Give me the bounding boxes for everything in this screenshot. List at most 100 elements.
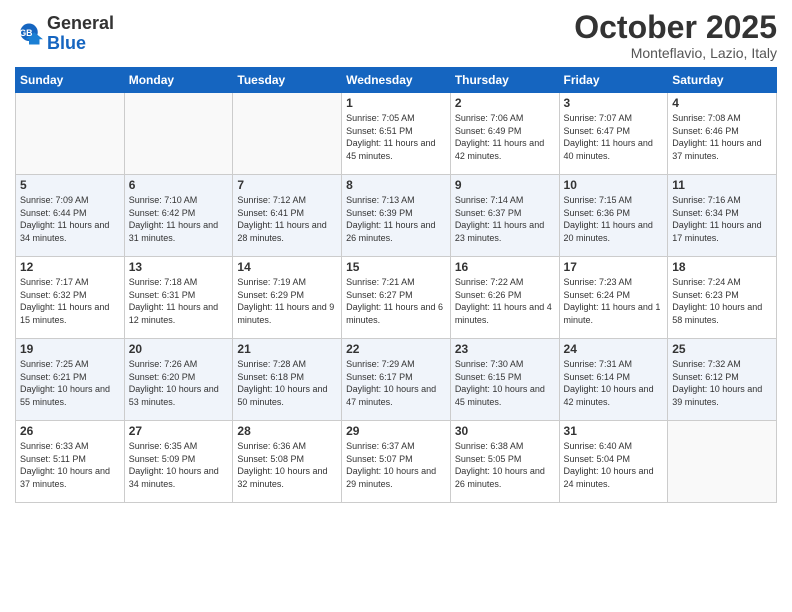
table-row: 16 Sunrise: 7:22 AM Sunset: 6:26 PM Dayli…: [450, 257, 559, 339]
day-number: 19: [20, 342, 120, 356]
day-number: 25: [672, 342, 772, 356]
day-info: Sunrise: 7:07 AM Sunset: 6:47 PM Dayligh…: [564, 112, 664, 162]
calendar-week-row: 5Sunrise: 7:09 AM Sunset: 6:44 PM Daylig…: [16, 175, 777, 257]
table-row: 14 Sunrise: 7:19 AM Sunset: 6:29 PM Dayli…: [233, 257, 342, 339]
col-monday: Monday: [124, 68, 233, 93]
day-info: Sunrise: 7:26 AM Sunset: 6:20 PM Dayligh…: [129, 358, 229, 408]
day-info: Sunrise: 7:17 AM Sunset: 6:32 PM Dayligh…: [20, 276, 120, 326]
col-tuesday: Tuesday: [233, 68, 342, 93]
table-row: 23 Sunrise: 7:30 AM Sunset: 6:15 PM Dayli…: [450, 339, 559, 421]
logo-text: General Blue: [47, 14, 114, 54]
calendar-week-row: 1Sunrise: 7:05 AM Sunset: 6:51 PM Daylig…: [16, 93, 777, 175]
day-info: Sunrise: 6:40 AM Sunset: 5:04 PM Dayligh…: [564, 440, 664, 490]
day-number: 22: [346, 342, 446, 356]
day-info: Sunrise: 7:10 AM Sunset: 6:42 PM Dayligh…: [129, 194, 229, 244]
day-info: Sunrise: 7:30 AM Sunset: 6:15 PM Dayligh…: [455, 358, 555, 408]
day-info: Sunrise: 7:14 AM Sunset: 6:37 PM Dayligh…: [455, 194, 555, 244]
day-info: Sunrise: 7:16 AM Sunset: 6:34 PM Dayligh…: [672, 194, 772, 244]
day-number: 16: [455, 260, 555, 274]
day-number: 9: [455, 178, 555, 192]
day-number: 23: [455, 342, 555, 356]
table-row: 26 Sunrise: 6:33 AM Sunset: 5:11 PM Dayli…: [16, 421, 125, 503]
logo: GB General Blue: [15, 14, 114, 54]
table-row: 6 Sunrise: 7:10 AM Sunset: 6:42 PM Daylig…: [124, 175, 233, 257]
table-row: [668, 421, 777, 503]
day-info: Sunrise: 7:12 AM Sunset: 6:41 PM Dayligh…: [237, 194, 337, 244]
day-number: 20: [129, 342, 229, 356]
calendar-header-row: Sunday Monday Tuesday Wednesday Thursday…: [16, 68, 777, 93]
day-number: 15: [346, 260, 446, 274]
day-number: 27: [129, 424, 229, 438]
day-info: Sunrise: 7:18 AM Sunset: 6:31 PM Dayligh…: [129, 276, 229, 326]
table-row: 13 Sunrise: 7:18 AM Sunset: 6:31 PM Dayli…: [124, 257, 233, 339]
day-number: 31: [564, 424, 664, 438]
day-info: Sunrise: 7:22 AM Sunset: 6:26 PM Dayligh…: [455, 276, 555, 326]
day-number: 4: [672, 96, 772, 110]
day-info: Sunrise: 7:29 AM Sunset: 6:17 PM Dayligh…: [346, 358, 446, 408]
day-info: Sunrise: 7:25 AM Sunset: 6:21 PM Dayligh…: [20, 358, 120, 408]
table-row: 24 Sunrise: 7:31 AM Sunset: 6:14 PM Dayli…: [559, 339, 668, 421]
day-number: 14: [237, 260, 337, 274]
day-info: Sunrise: 6:33 AM Sunset: 5:11 PM Dayligh…: [20, 440, 120, 490]
day-number: 7: [237, 178, 337, 192]
col-thursday: Thursday: [450, 68, 559, 93]
table-row: 4 Sunrise: 7:08 AM Sunset: 6:46 PM Daylig…: [668, 93, 777, 175]
table-row: [124, 93, 233, 175]
table-row: [16, 93, 125, 175]
day-info: Sunrise: 7:15 AM Sunset: 6:36 PM Dayligh…: [564, 194, 664, 244]
table-row: 25 Sunrise: 7:32 AM Sunset: 6:12 PM Dayli…: [668, 339, 777, 421]
col-wednesday: Wednesday: [342, 68, 451, 93]
day-info: Sunrise: 6:38 AM Sunset: 5:05 PM Dayligh…: [455, 440, 555, 490]
day-info: Sunrise: 7:23 AM Sunset: 6:24 PM Dayligh…: [564, 276, 664, 326]
day-info: Sunrise: 6:37 AM Sunset: 5:07 PM Dayligh…: [346, 440, 446, 490]
table-row: 19 Sunrise: 7:25 AM Sunset: 6:21 PM Dayli…: [16, 339, 125, 421]
day-info: Sunrise: 7:32 AM Sunset: 6:12 PM Dayligh…: [672, 358, 772, 408]
day-number: 24: [564, 342, 664, 356]
col-friday: Friday: [559, 68, 668, 93]
table-row: 31 Sunrise: 6:40 AM Sunset: 5:04 PM Dayli…: [559, 421, 668, 503]
day-number: 2: [455, 96, 555, 110]
day-number: 11: [672, 178, 772, 192]
day-number: 26: [20, 424, 120, 438]
day-number: 1: [346, 96, 446, 110]
table-row: 8Sunrise: 7:13 AM Sunset: 6:39 PM Daylig…: [342, 175, 451, 257]
table-row: 2 Sunrise: 7:06 AM Sunset: 6:49 PM Daylig…: [450, 93, 559, 175]
day-number: 17: [564, 260, 664, 274]
table-row: 18 Sunrise: 7:24 AM Sunset: 6:23 PM Dayli…: [668, 257, 777, 339]
table-row: 22 Sunrise: 7:29 AM Sunset: 6:17 PM Dayli…: [342, 339, 451, 421]
day-info: Sunrise: 7:19 AM Sunset: 6:29 PM Dayligh…: [237, 276, 337, 326]
day-number: 13: [129, 260, 229, 274]
day-info: Sunrise: 6:36 AM Sunset: 5:08 PM Dayligh…: [237, 440, 337, 490]
day-number: 28: [237, 424, 337, 438]
title-block: October 2025 Monteflavio, Lazio, Italy: [574, 10, 777, 61]
day-info: Sunrise: 6:35 AM Sunset: 5:09 PM Dayligh…: [129, 440, 229, 490]
table-row: 30 Sunrise: 6:38 AM Sunset: 5:05 PM Dayli…: [450, 421, 559, 503]
table-row: 9 Sunrise: 7:14 AM Sunset: 6:37 PM Daylig…: [450, 175, 559, 257]
table-row: 12 Sunrise: 7:17 AM Sunset: 6:32 PM Dayli…: [16, 257, 125, 339]
col-sunday: Sunday: [16, 68, 125, 93]
day-number: 6: [129, 178, 229, 192]
day-number: 3: [564, 96, 664, 110]
table-row: 17 Sunrise: 7:23 AM Sunset: 6:24 PM Dayli…: [559, 257, 668, 339]
calendar-week-row: 26 Sunrise: 6:33 AM Sunset: 5:11 PM Dayli…: [16, 421, 777, 503]
table-row: 7 Sunrise: 7:12 AM Sunset: 6:41 PM Daylig…: [233, 175, 342, 257]
day-number: 30: [455, 424, 555, 438]
table-row: 3 Sunrise: 7:07 AM Sunset: 6:47 PM Daylig…: [559, 93, 668, 175]
day-info: Sunrise: 7:06 AM Sunset: 6:49 PM Dayligh…: [455, 112, 555, 162]
day-number: 18: [672, 260, 772, 274]
col-saturday: Saturday: [668, 68, 777, 93]
day-number: 12: [20, 260, 120, 274]
logo-general: General: [47, 14, 114, 34]
table-row: 20 Sunrise: 7:26 AM Sunset: 6:20 PM Dayli…: [124, 339, 233, 421]
day-number: 5: [20, 178, 120, 192]
day-number: 29: [346, 424, 446, 438]
table-row: 11 Sunrise: 7:16 AM Sunset: 6:34 PM Dayli…: [668, 175, 777, 257]
table-row: 27 Sunrise: 6:35 AM Sunset: 5:09 PM Dayli…: [124, 421, 233, 503]
day-info: Sunrise: 7:21 AM Sunset: 6:27 PM Dayligh…: [346, 276, 446, 326]
logo-icon: GB: [15, 20, 43, 48]
table-row: 1Sunrise: 7:05 AM Sunset: 6:51 PM Daylig…: [342, 93, 451, 175]
day-info: Sunrise: 7:08 AM Sunset: 6:46 PM Dayligh…: [672, 112, 772, 162]
day-info: Sunrise: 7:24 AM Sunset: 6:23 PM Dayligh…: [672, 276, 772, 326]
day-info: Sunrise: 7:31 AM Sunset: 6:14 PM Dayligh…: [564, 358, 664, 408]
calendar-week-row: 19 Sunrise: 7:25 AM Sunset: 6:21 PM Dayli…: [16, 339, 777, 421]
